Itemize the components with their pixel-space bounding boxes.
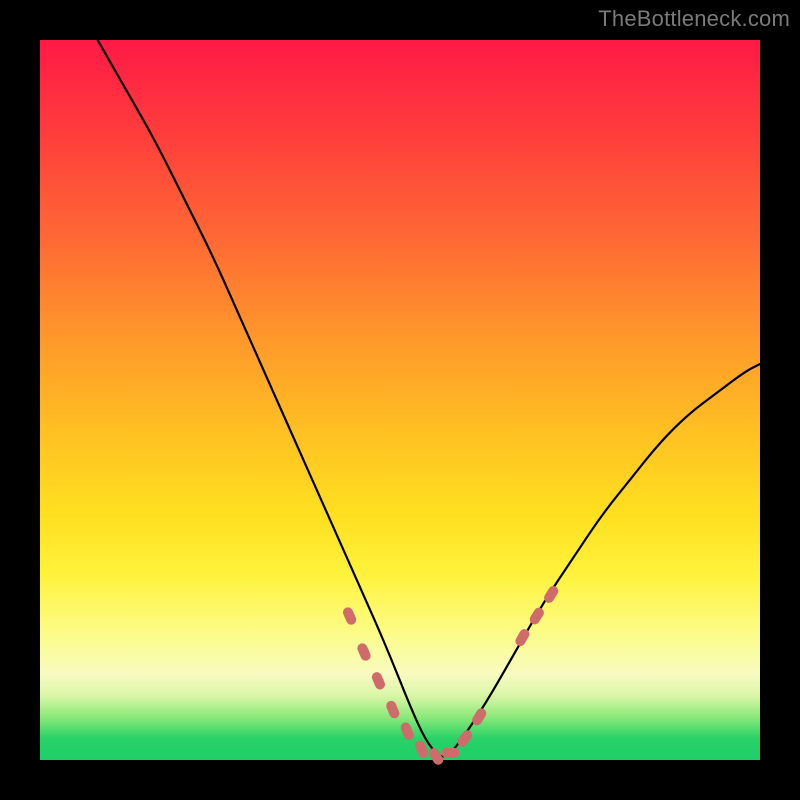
highlight-point (385, 699, 401, 719)
bottleneck-curve (98, 40, 760, 756)
highlight-point (399, 721, 415, 741)
curve-svg (40, 40, 760, 760)
watermark-text: TheBottleneck.com (598, 6, 790, 32)
highlight-point (341, 606, 357, 627)
chart-stage: TheBottleneck.com (0, 0, 800, 800)
highlight-point (455, 728, 474, 748)
highlight-point (441, 748, 459, 758)
plot-area (40, 40, 760, 760)
highlight-point (370, 671, 386, 691)
highlight-point (356, 642, 372, 663)
highlight-points (341, 584, 560, 767)
